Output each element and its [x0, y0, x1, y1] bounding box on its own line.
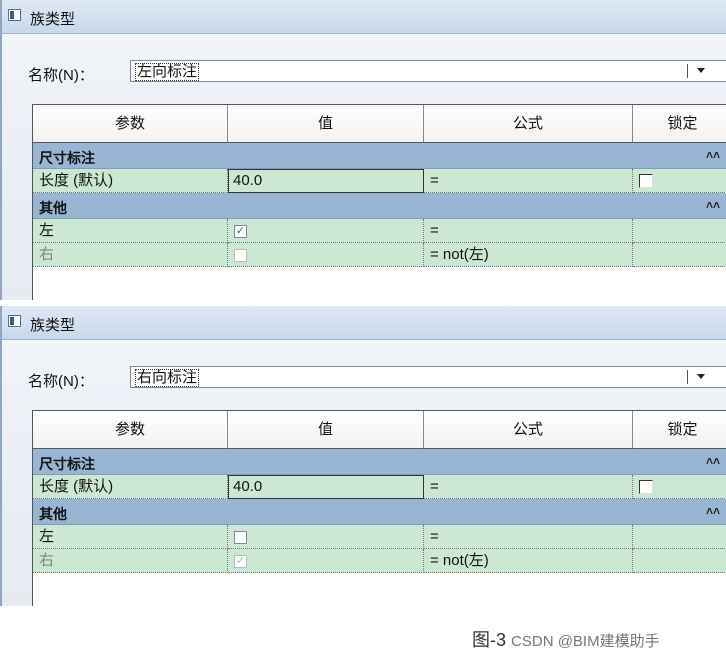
column-header-parameter[interactable]: 参数 — [33, 105, 228, 143]
family-types-panel-1: 族类型 名称(N)： 左向标注 参数 值 公式 锁定 尺寸标注 ˄˄ 长度 (默… — [0, 0, 726, 300]
column-header-formula[interactable]: 公式 — [424, 411, 633, 449]
group-header-other[interactable]: 其他 ˄˄ — [33, 193, 726, 219]
group-header-dimensions[interactable]: 尺寸标注 ˄˄ — [33, 143, 726, 169]
window-title: 族类型 — [30, 11, 76, 28]
title-bar: 族类型 — [2, 0, 726, 34]
chevron-double-up-icon[interactable]: ˄˄ — [706, 454, 720, 468]
left-checkbox-checked[interactable]: ✓ — [234, 225, 247, 238]
name-label: 名称(N)： — [28, 373, 94, 390]
lock-cell — [633, 243, 726, 267]
name-label: 名称(N)： — [28, 67, 94, 84]
group-label: 其他 — [39, 200, 67, 216]
value-cell — [228, 243, 424, 267]
column-header-parameter[interactable]: 参数 — [33, 411, 228, 449]
type-name-value: 右向标注 — [135, 369, 200, 387]
title-bar: 族类型 — [2, 306, 726, 340]
lock-cell — [633, 169, 726, 193]
value-input[interactable]: 40.0 — [228, 475, 424, 499]
table-row: 长度 (默认) 40.0 = — [33, 169, 726, 193]
param-name: 长度 (默认) — [33, 475, 228, 499]
family-types-panel-2: 族类型 名称(N)： 右向标注 参数 值 公式 锁定 尺寸标注 ˄˄ 长度 (默… — [0, 306, 726, 606]
column-header-formula[interactable]: 公式 — [424, 105, 633, 143]
chevron-down-icon[interactable] — [697, 68, 705, 73]
group-label: 其他 — [39, 506, 67, 522]
chevron-double-up-icon[interactable]: ˄˄ — [706, 504, 720, 518]
column-header-lock[interactable]: 锁定 — [633, 411, 726, 449]
left-checkbox-unchecked[interactable] — [234, 531, 247, 544]
table-row: 左 ✓ = — [33, 219, 726, 243]
chevron-double-up-icon[interactable]: ˄˄ — [706, 148, 720, 162]
parameters-table: 参数 值 公式 锁定 尺寸标注 ˄˄ 长度 (默认) 40.0 = 其他 ˄˄ … — [32, 410, 726, 606]
table-row: 长度 (默认) 40.0 = — [33, 475, 726, 499]
param-name: 右 — [33, 243, 228, 267]
caption-source: CSDN @BIM建模助手 — [511, 633, 660, 650]
formula-cell[interactable]: = — [424, 169, 633, 193]
window-icon — [8, 9, 21, 21]
table-row: 右 ✓ = not(左) — [33, 549, 726, 573]
value-input[interactable]: 40.0 — [228, 169, 424, 193]
param-name: 右 — [33, 549, 228, 573]
right-checkbox-checked: ✓ — [234, 555, 247, 568]
column-header-value[interactable]: 值 — [228, 105, 424, 143]
lock-checkbox[interactable] — [639, 480, 653, 494]
window-title: 族类型 — [30, 317, 76, 334]
lock-checkbox[interactable] — [639, 174, 653, 188]
param-name: 长度 (默认) — [33, 169, 228, 193]
lock-cell — [633, 475, 726, 499]
value-cell: ✓ — [228, 549, 424, 573]
right-checkbox-unchecked — [234, 249, 247, 262]
table-row: 右 = not(左) — [33, 243, 726, 267]
value-cell: ✓ — [228, 219, 424, 243]
formula-cell[interactable]: = — [424, 475, 633, 499]
param-name: 左 — [33, 525, 228, 549]
column-header-lock[interactable]: 锁定 — [633, 105, 726, 143]
type-name-dropdown[interactable]: 左向标注 — [130, 60, 726, 82]
type-name-value: 左向标注 — [135, 63, 200, 81]
formula-cell[interactable]: = not(左) — [424, 549, 633, 573]
table-row: 左 = — [33, 525, 726, 549]
group-header-dimensions[interactable]: 尺寸标注 ˄˄ — [33, 449, 726, 475]
window-icon — [8, 315, 21, 327]
formula-cell[interactable]: = — [424, 219, 633, 243]
group-label: 尺寸标注 — [39, 150, 95, 166]
chevron-down-icon[interactable] — [697, 374, 705, 379]
chevron-double-up-icon[interactable]: ˄˄ — [706, 198, 720, 212]
value-cell — [228, 525, 424, 549]
column-header-value[interactable]: 值 — [228, 411, 424, 449]
group-header-other[interactable]: 其他 ˄˄ — [33, 499, 726, 525]
param-name: 左 — [33, 219, 228, 243]
formula-cell[interactable]: = not(左) — [424, 243, 633, 267]
formula-cell[interactable]: = — [424, 525, 633, 549]
type-name-dropdown[interactable]: 右向标注 — [130, 366, 726, 388]
parameters-table: 参数 值 公式 锁定 尺寸标注 ˄˄ 长度 (默认) 40.0 = 其他 ˄˄ … — [32, 104, 726, 300]
dropdown-separator — [687, 370, 688, 384]
dropdown-separator — [687, 64, 688, 78]
lock-cell — [633, 549, 726, 573]
figure-number: 图-3 — [472, 630, 507, 650]
lock-cell — [633, 219, 726, 243]
figure-caption: 图-3 CSDN @BIM建模助手 — [472, 626, 660, 652]
lock-cell — [633, 525, 726, 549]
group-label: 尺寸标注 — [39, 456, 95, 472]
